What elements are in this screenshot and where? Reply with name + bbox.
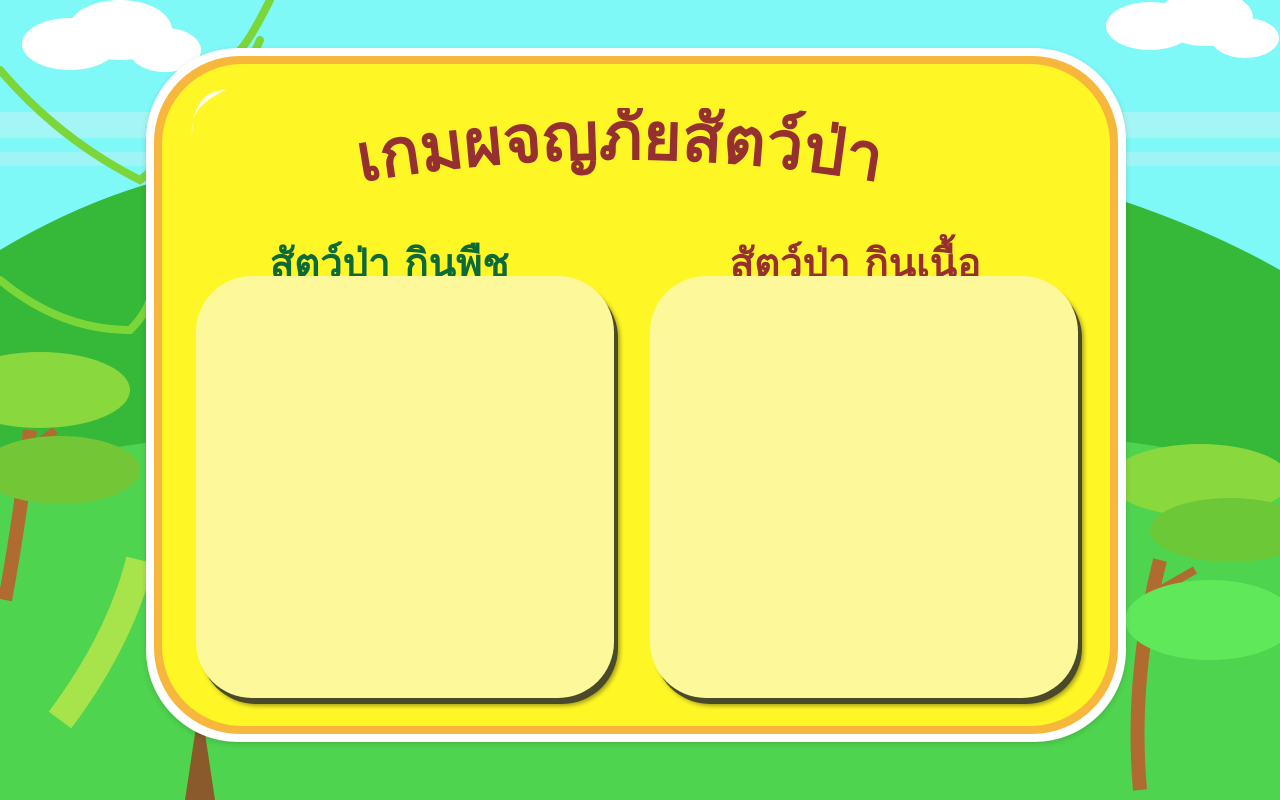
svg-text:เกมผจญภัยสัตว์ป่า: เกมผจญภัยสัตว์ป่า — [351, 108, 889, 197]
gloss-highlight — [191, 90, 226, 138]
carnivore-drop-zone[interactable] — [650, 276, 1078, 698]
game-title: เกมผจญภัยสัตว์ป่า — [351, 108, 889, 197]
game-scene: เกมผจญภัยสัตว์ป่า สัตว์ป่า กินพืช สัตว์ป… — [0, 0, 1280, 800]
game-title-text: เกมผจญภัยสัตว์ป่า — [351, 108, 889, 197]
herbivore-drop-zone[interactable] — [196, 276, 614, 698]
